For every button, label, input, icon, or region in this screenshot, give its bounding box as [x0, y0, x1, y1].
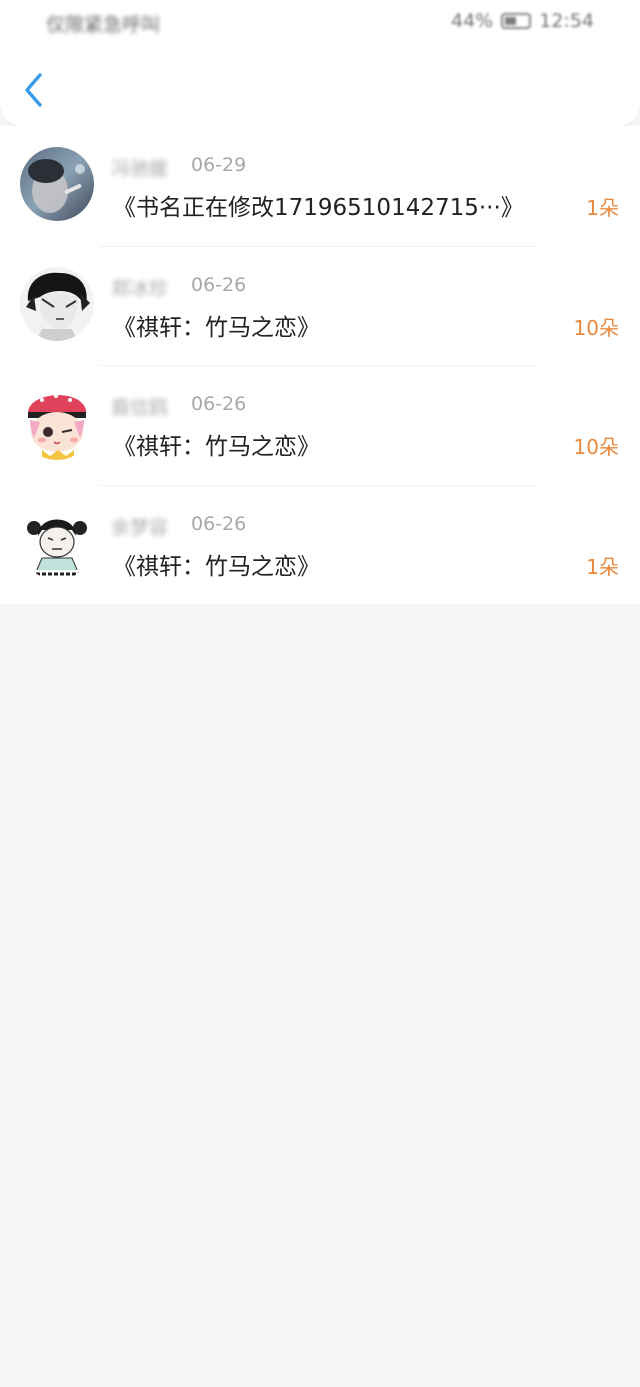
gift-count: 1朵	[586, 554, 619, 579]
avatar[interactable]	[20, 266, 94, 341]
list-item[interactable]: 冯驰媛 06-29 《书名正在修改17196510142715···》 1朵	[0, 126, 640, 246]
gift-count: 1朵	[586, 196, 619, 220]
record-date: 06-29	[191, 154, 247, 176]
book-title[interactable]: 《祺轩：竹马之恋》	[113, 547, 320, 581]
sender-name: 余梦容	[111, 516, 169, 539]
photo-avatar-icon	[20, 147, 94, 221]
record-date: 06-26	[191, 393, 247, 415]
sender-name: 郑冰珍	[111, 277, 169, 300]
avatar[interactable]	[20, 505, 94, 580]
status-carrier-text: 仅限紧急呼叫	[46, 14, 161, 36]
book-title[interactable]: 《祺轩：竹马之恋》	[113, 427, 320, 461]
book-title[interactable]: 《祺轩：竹马之恋》	[113, 308, 320, 342]
sender-name: 冯驰媛	[111, 158, 169, 180]
status-bar: 仅限紧急呼叫 44% 12:54	[0, 0, 640, 44]
back-button[interactable]	[18, 70, 52, 110]
record-date: 06-26	[191, 273, 247, 296]
cartoon-girl-avatar-icon	[20, 386, 94, 460]
gift-count: 10朵	[573, 315, 619, 340]
battery-percent: 44%	[451, 10, 494, 32]
record-date: 06-26	[191, 512, 247, 535]
avatar[interactable]	[20, 386, 94, 460]
clock: 12:54	[539, 10, 594, 32]
meme-avatar-icon	[20, 505, 94, 580]
sketch-avatar-icon	[20, 266, 94, 341]
battery-icon	[501, 13, 532, 29]
status-right: 44% 12:54	[451, 10, 594, 32]
chevron-left-icon	[25, 73, 42, 107]
gift-record-list: 冯驰媛 06-29 《书名正在修改17196510142715···》 1朵 郑…	[0, 126, 640, 604]
header-bar	[0, 44, 640, 126]
list-item[interactable]: 郑冰珍 06-26 《祺轩：竹马之恋》 10朵	[0, 245, 640, 366]
list-item[interactable]: 余梦容 06-26 《祺轩：竹马之恋》 1朵	[0, 484, 640, 605]
book-title[interactable]: 《书名正在修改17196510142715···》	[113, 188, 524, 222]
avatar[interactable]	[20, 147, 94, 221]
sender-name: 裔信鸥	[111, 397, 169, 419]
list-item[interactable]: 裔信鸥 06-26 《祺轩：竹马之恋》 10朵	[0, 365, 640, 485]
gift-count: 10朵	[573, 435, 619, 459]
